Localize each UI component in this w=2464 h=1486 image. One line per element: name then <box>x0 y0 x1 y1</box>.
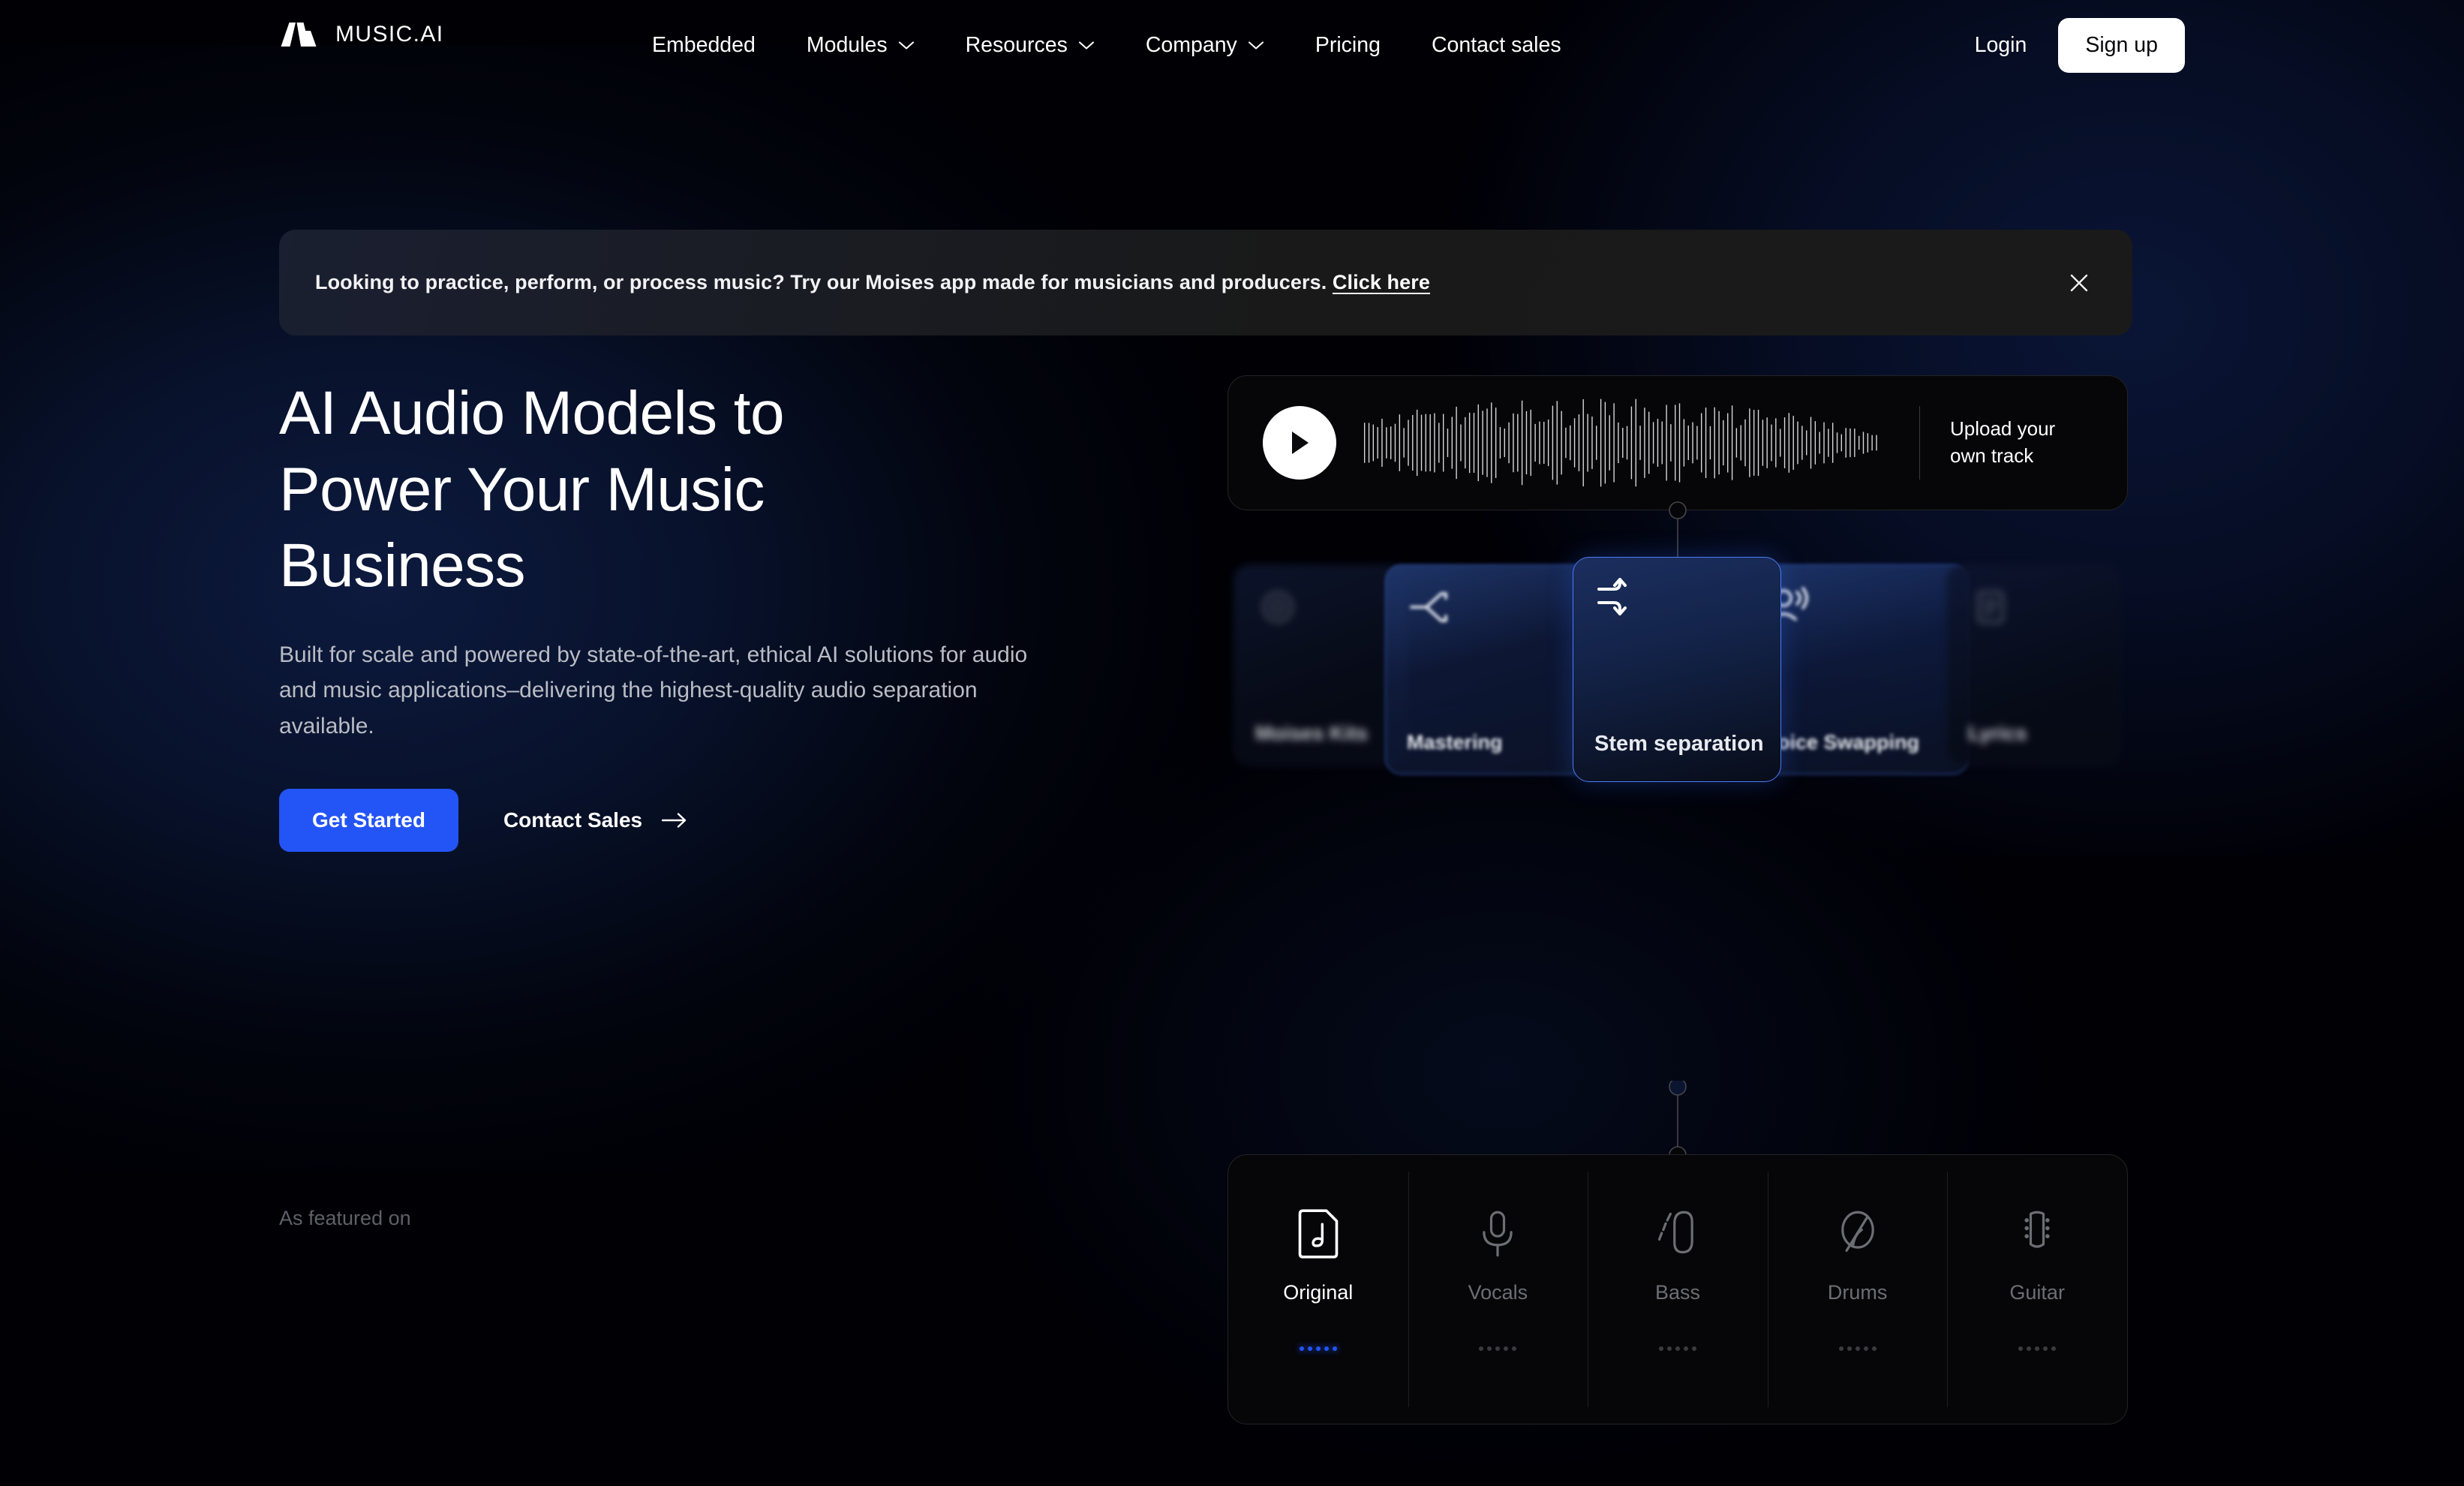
contact-sales-label: Contact Sales <box>503 808 643 832</box>
hero-subtitle: Built for scale and powered by state-of-… <box>279 642 1028 738</box>
stem-level-indicator <box>2018 1346 2057 1351</box>
site-header: MUSIC.AI Embedded Modules Resources Comp… <box>0 0 2464 90</box>
gear-icon <box>1262 591 1294 623</box>
music-ai-logo-icon <box>281 23 317 47</box>
carousel-card-moises-kits[interactable]: Moises Kits <box>1234 564 1408 766</box>
nav-item-resources[interactable]: Resources <box>940 33 1120 58</box>
nav-label: Pricing <box>1315 32 1381 57</box>
header-actions: Login Sign up <box>1943 0 2185 90</box>
chevron-down-icon <box>1248 41 1264 50</box>
stem-item-drums[interactable]: Drums <box>1767 1155 1948 1424</box>
stem-label: Drums <box>1827 1281 1888 1304</box>
announcement-message: Looking to practice, perform, or process… <box>315 271 1333 293</box>
play-button[interactable] <box>1263 406 1336 480</box>
stem-label: Bass <box>1654 1281 1700 1304</box>
hero-title-line-2: Power Your Music <box>279 455 765 524</box>
page-root: MUSIC.AI Embedded Modules Resources Comp… <box>0 0 2464 1424</box>
guitar-icon <box>2024 1211 2050 1248</box>
as-featured-on-label: As featured on <box>279 1207 411 1229</box>
hero-title-line-3: Business <box>279 531 526 600</box>
stem-label: Original <box>1283 1281 1354 1304</box>
contact-sales-button[interactable]: Contact Sales <box>503 808 687 832</box>
upload-track-button[interactable]: Upload your own track <box>1950 416 2093 470</box>
nav-label: Resources <box>965 32 1068 57</box>
product-demo-visual: Upload your own track Moises Kits Master… <box>1227 375 2128 1424</box>
brand-logo[interactable]: MUSIC.AI <box>279 21 444 48</box>
card-label: Moises Kits <box>1255 722 1369 745</box>
stem-item-guitar[interactable]: Guitar <box>1947 1155 2127 1424</box>
waveform-icon <box>1363 399 1877 487</box>
chevron-down-icon <box>1078 41 1094 50</box>
signup-button[interactable]: Sign up <box>2058 17 2185 73</box>
nav-item-contact-sales[interactable]: Contact sales <box>1406 33 1587 58</box>
stem-separation-icon <box>1597 578 1627 615</box>
stem-level-indicator <box>1658 1346 1696 1351</box>
modules-carousel: Moises Kits Mastering Stem separation Vo… <box>1227 557 2128 782</box>
stem-level-indicator <box>1838 1346 1877 1351</box>
page-title: AI Audio Models to Power Your Music Busi… <box>279 375 1104 604</box>
carousel-card-lyrics[interactable]: Lyrics <box>1946 564 2120 766</box>
brand-name: MUSIC.AI <box>335 22 444 47</box>
bass-guitar-icon <box>1657 1211 1693 1254</box>
nav-label: Embedded <box>652 32 756 57</box>
arrow-right-icon <box>662 813 687 828</box>
card-content: Moises Kits <box>1234 565 1407 765</box>
stem-item-bass[interactable]: Bass <box>1588 1155 1768 1424</box>
audio-player-panel: Upload your own track <box>1227 375 2128 510</box>
stem-level-indicator <box>1479 1346 1517 1351</box>
card-content: Stem separation <box>1573 558 1780 781</box>
banner-close-button[interactable] <box>2062 266 2096 300</box>
player-divider <box>1919 406 1920 480</box>
nav-item-embedded[interactable]: Embedded <box>652 33 781 58</box>
carousel-card-stem-separation[interactable]: Stem separation <box>1573 557 1781 782</box>
hero-cta-group: Get Started Contact Sales <box>279 789 1104 853</box>
close-icon <box>2070 274 2088 291</box>
card-label: Lyrics <box>1968 722 2027 745</box>
music-note-file-icon <box>1298 1209 1339 1259</box>
card-label: Voice Swapping <box>1765 731 1920 754</box>
main-nav: Embedded Modules Resources Company Prici… <box>652 0 1587 90</box>
upload-label-line-1: Upload your <box>1950 417 2056 441</box>
nav-item-company[interactable]: Company <box>1120 33 1290 58</box>
login-link[interactable]: Login <box>1943 33 2059 58</box>
stem-label: Vocals <box>1468 1281 1528 1304</box>
drums-icon <box>1840 1211 1874 1252</box>
card-label: Mastering <box>1407 731 1503 754</box>
card-content: Lyrics <box>1947 565 2120 765</box>
stem-item-original[interactable]: Original <box>1228 1155 1408 1424</box>
upload-label-line-2: own track <box>1950 444 2034 467</box>
stem-label: Guitar <box>2009 1281 2065 1304</box>
get-started-button[interactable]: Get Started <box>279 789 458 853</box>
microphone-icon <box>1483 1211 1513 1257</box>
hero-section: AI Audio Models to Power Your Music Busi… <box>279 375 1104 853</box>
stem-level-indicator <box>1299 1346 1337 1351</box>
hero-title-line-1: AI Audio Models to <box>279 379 785 447</box>
nav-label: Contact sales <box>1431 32 1561 57</box>
announcement-text: Looking to practice, perform, or process… <box>315 271 1430 294</box>
split-arrows-icon <box>1410 592 1447 622</box>
nav-label: Company <box>1145 32 1237 57</box>
stem-item-vocals[interactable]: Vocals <box>1408 1155 1588 1424</box>
announcement-link[interactable]: Click here <box>1333 271 1430 293</box>
nav-label: Modules <box>806 32 888 57</box>
play-icon <box>1292 432 1309 454</box>
nav-item-pricing[interactable]: Pricing <box>1290 33 1406 58</box>
lyrics-icon <box>1977 591 2004 624</box>
card-label: Stem separation <box>1594 732 1764 757</box>
announcement-banner: Looking to practice, perform, or process… <box>279 230 2132 335</box>
stems-panel: Original Vocals Bass Drums Guitar <box>1227 1154 2128 1424</box>
nav-item-modules[interactable]: Modules <box>781 33 940 58</box>
chevron-down-icon <box>898 41 914 50</box>
